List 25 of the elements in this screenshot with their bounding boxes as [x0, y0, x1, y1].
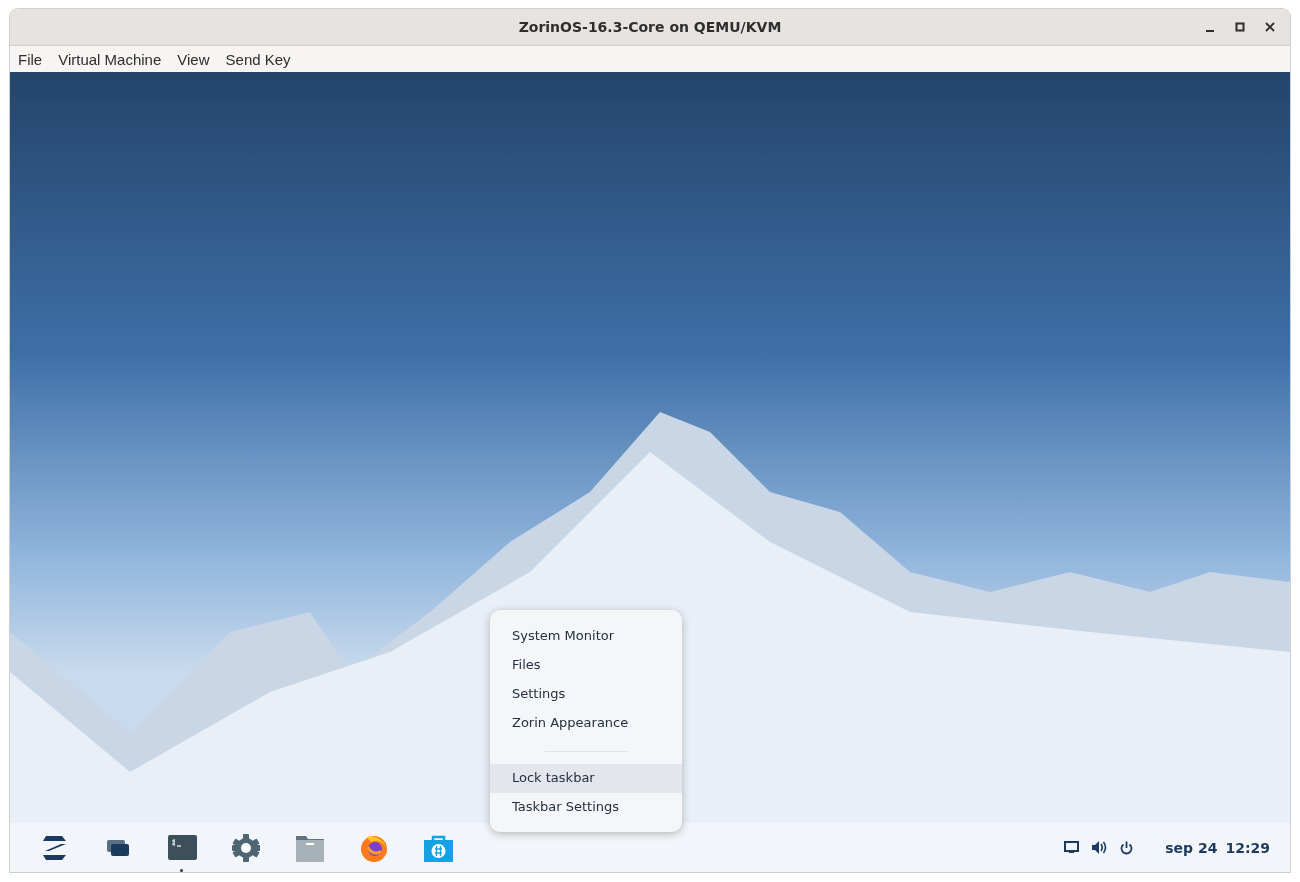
monitor-icon[interactable] — [1064, 841, 1080, 854]
zorin-logo-icon[interactable] — [40, 835, 68, 860]
terminal-icon[interactable] — [167, 835, 197, 860]
menu-item[interactable]: System Monitor — [490, 622, 682, 651]
windows-icon[interactable] — [106, 837, 130, 858]
maximize-icon — [1235, 22, 1245, 32]
menu-item[interactable]: Taskbar Settings — [490, 793, 682, 822]
clock-label[interactable]: 12:29 — [1225, 839, 1270, 856]
window-title: ZorinOS-16.3-Core on QEMU/KVM — [518, 19, 782, 35]
gear-icon[interactable] — [232, 833, 260, 862]
menu-item[interactable]: View — [172, 48, 215, 70]
folder-icon[interactable] — [296, 833, 324, 862]
power-icon[interactable] — [1120, 840, 1134, 855]
shopping-bag-icon[interactable] — [423, 833, 453, 862]
date-label[interactable]: sep 24 — [1165, 839, 1218, 856]
menu-item[interactable]: Lock taskbar — [490, 764, 682, 793]
menu-item[interactable]: Files — [490, 651, 682, 680]
menu-item[interactable]: Send Key — [220, 48, 296, 70]
menu-item[interactable]: Settings — [490, 680, 682, 709]
close-icon — [1265, 22, 1275, 32]
minimize-icon — [1206, 29, 1214, 32]
menu-item[interactable]: Virtual Machine — [53, 48, 167, 70]
menu-item[interactable]: Zorin Appearance — [490, 709, 682, 738]
menu-item[interactable]: File — [13, 48, 48, 70]
speaker-icon[interactable] — [1091, 840, 1109, 855]
